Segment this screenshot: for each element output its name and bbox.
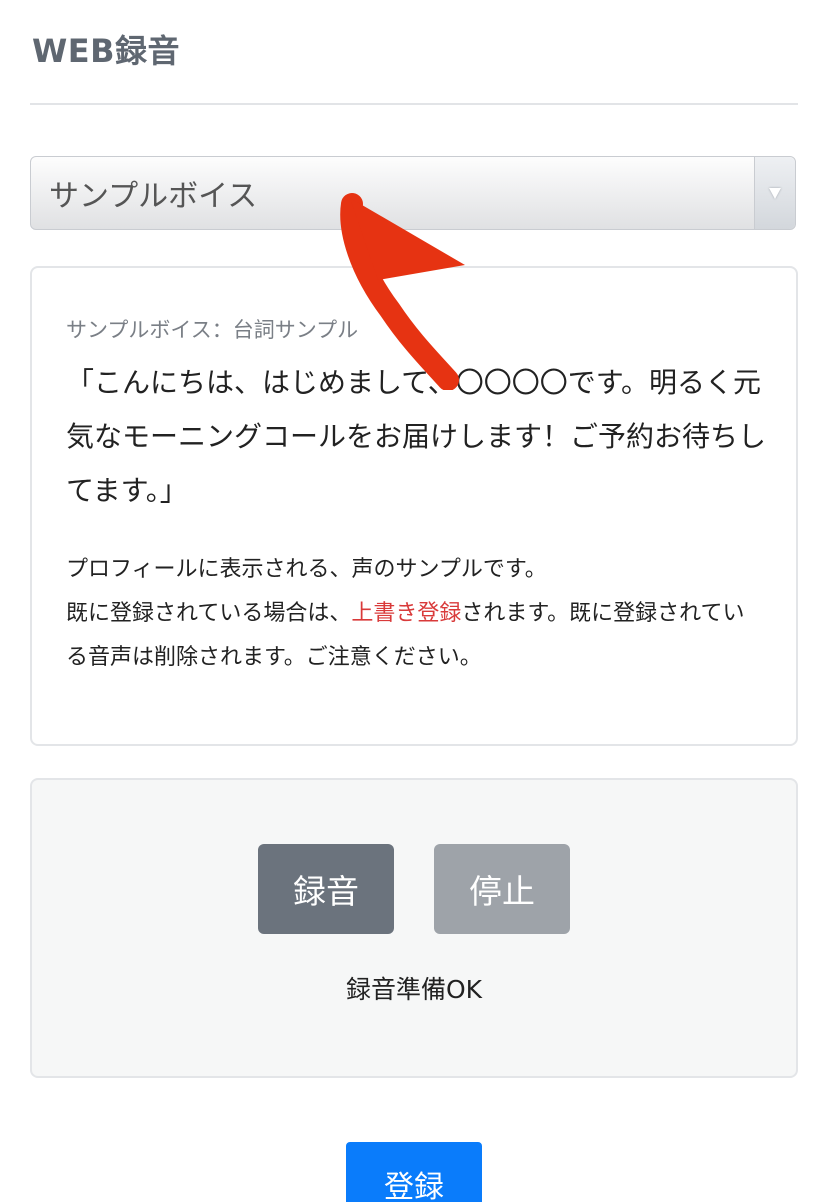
voice-type-select[interactable]: サンプルボイス (30, 156, 796, 230)
overwrite-highlight: 上書き登録 (351, 601, 462, 626)
recorder-panel: 録音 停止 録音準備OK (30, 778, 798, 1078)
overwrite-notice: プロフィールに表示される、声のサンプルです。 既に登録されている場合は、上書き登… (66, 548, 766, 680)
recording-status: 録音準備OK (345, 975, 483, 1004)
voice-type-select-value: サンプルボイス (49, 179, 258, 214)
sample-script: 「こんにちは、はじめまして、〇〇〇〇です。明るく元気なモーニングコールをお届けし… (66, 366, 767, 507)
notice-pre: 既に登録されている場合は、 (66, 601, 352, 626)
select-dropdown-button[interactable] (754, 157, 795, 229)
chevron-down-icon (769, 187, 781, 199)
stop-button[interactable]: 停止 (434, 844, 570, 934)
notice-line1: プロフィールに表示される、声のサンプルです。 (66, 557, 547, 582)
record-button[interactable]: 録音 (258, 844, 394, 934)
page-title: WEB録音 (32, 32, 181, 70)
sample-caption: サンプルボイス：台詞サンプル (66, 318, 359, 342)
header-divider (30, 103, 798, 105)
sample-info-card: サンプルボイス：台詞サンプル 「こんにちは、はじめまして、〇〇〇〇です。明るく元… (30, 266, 798, 746)
register-button[interactable]: 登録 (346, 1142, 482, 1202)
